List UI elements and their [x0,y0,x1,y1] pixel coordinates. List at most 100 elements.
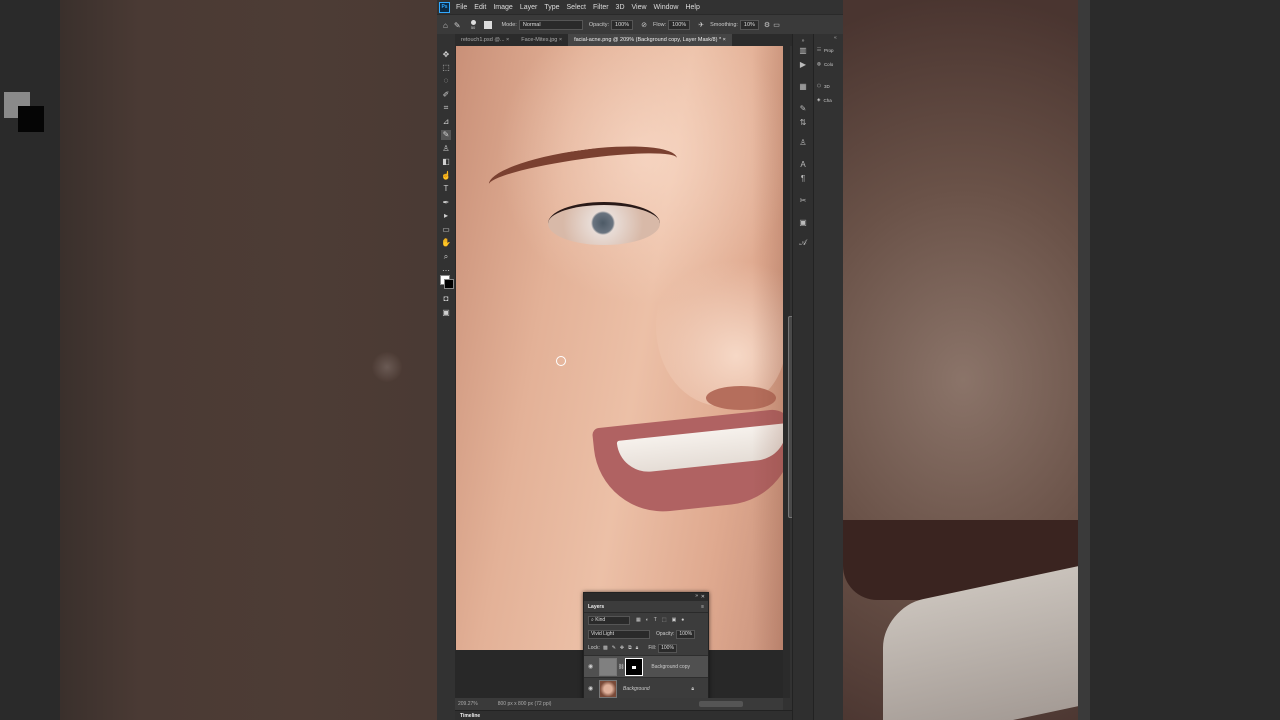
layer-thumbnail[interactable] [599,657,617,676]
rectangle-tool-icon[interactable]: ▭ [441,225,451,235]
lock-all-icon[interactable]: 🔒︎ [636,645,639,651]
horizontal-scrollbar-thumb[interactable] [699,701,743,707]
symmetry-icon[interactable]: ▭ [773,21,780,29]
marquee-tool-icon[interactable]: ⬚ [441,63,451,73]
menu-file[interactable]: File [456,4,467,11]
panel-properties[interactable]: ☷ Prop [817,47,834,53]
brush-preset-picker[interactable]: 50 [470,20,476,30]
airbrush-icon[interactable]: ✈ [698,21,704,29]
menu-window[interactable]: Window [654,4,679,11]
panel-3d[interactable]: ⬡ 3D [817,83,830,89]
move-tool-icon[interactable]: ✥ [441,50,451,60]
mode-select[interactable]: Normal [518,20,583,30]
panel-color[interactable]: ◍ Colo [817,61,833,67]
eyedropper-tool-icon[interactable]: ⊿ [441,117,451,127]
menu-filter[interactable]: Filter [593,4,609,11]
menu-edit[interactable]: Edit [474,4,486,11]
layer-name[interactable]: Background [623,686,650,692]
layer-thumbnail[interactable] [599,679,617,698]
brush-tool-icon-active[interactable]: ✎ [441,130,451,140]
filter-pixel-icon[interactable]: ▦ [636,617,641,623]
menu-select[interactable]: Select [567,4,586,11]
close-icon[interactable]: ✕ [701,594,705,600]
tab-retouch1[interactable]: retouch1.psd @... × [455,34,515,46]
background-color-swatch[interactable] [444,279,454,289]
lock-artboard-icon[interactable]: ⧉ [628,645,632,651]
home-icon[interactable]: ⌂ [443,21,448,30]
visibility-eye-icon[interactable]: ◉ [588,663,595,670]
menu-image[interactable]: Image [493,4,512,11]
layer-row-background[interactable]: ◉ Background 🔒︎ [584,677,708,699]
swatches-icon[interactable]: ▦ [798,82,808,92]
layers-panel-titlebar[interactable]: » ✕ [584,593,708,601]
layer-lock-icon[interactable]: 🔒︎ [691,686,694,692]
menu-layer[interactable]: Layer [520,4,538,11]
path-select-tool-icon[interactable]: ▸ [441,211,451,221]
type-tool-icon[interactable]: T [441,184,451,194]
filter-smart-object-icon[interactable]: ▣ [672,617,677,623]
smoothing-input[interactable]: 10% [739,20,759,30]
brush-tool-icon[interactable]: ✎ [454,21,461,30]
collapse-panel-icon[interactable]: « [834,35,837,41]
flow-input[interactable]: 100% [668,20,691,30]
lock-pixels-icon[interactable]: ✎ [612,645,616,651]
link-chain-icon[interactable]: ⛓ [618,664,624,670]
filter-toggle-icon[interactable]: ● [681,617,684,623]
hand-tool-icon[interactable]: ✋ [441,238,451,248]
filter-adjustment-icon[interactable]: ◐ [646,617,649,623]
libraries-icon[interactable]: ▣ [798,218,808,228]
timeline-panel[interactable]: Timeline [455,710,792,720]
glyphs-icon[interactable]: 𝒜 [798,238,808,248]
actions-icon[interactable]: ▶ [798,60,808,70]
opacity-input[interactable]: 100% [611,20,634,30]
filter-kind-select[interactable]: ⌕ Kind [588,615,630,625]
eraser-tool-icon[interactable]: ◧ [441,157,451,167]
menu-3d[interactable]: 3D [616,4,625,11]
lasso-tool-icon[interactable]: ◌ [441,76,451,86]
zoom-level[interactable]: 209.27% [458,701,478,707]
clone-stamp-tool-icon[interactable]: ♙ [441,144,451,154]
lock-transparent-icon[interactable]: ▩ [603,645,608,651]
fill-input[interactable]: 100% [658,643,677,653]
panel-channels[interactable]: ◈ Cha [817,97,832,103]
canvas-area[interactable]: » ✕ Layers ≡ ⌕ Kind ▦ ◐ T ⬚ ▣ ● Vivid Li… [455,46,783,720]
adjustments-dock-icon[interactable]: ⇅ [798,118,808,128]
quick-mask-icon[interactable]: ◘ [441,294,451,304]
layer-row-background-copy[interactable]: ◉ ⛓ Background copy [584,655,708,677]
zoom-tool-icon[interactable]: ⌕ [441,252,451,262]
vertical-scrollbar[interactable] [783,46,795,698]
document-info[interactable]: 800 px x 800 px (72 ppi) [498,701,552,707]
pen-tool-icon[interactable]: ✒ [441,198,451,208]
crop-tool-icon[interactable]: ⌗ [441,103,451,113]
layer-opacity-input[interactable]: 100% [676,629,696,639]
menu-view[interactable]: View [632,4,647,11]
smudge-tool-icon[interactable]: ☝ [441,171,451,181]
paragraph-icon[interactable]: ¶ [798,174,808,184]
pressure-opacity-icon[interactable]: ⊘ [641,21,647,29]
tab-face-mites[interactable]: Face-Mites.jpg × [515,34,568,46]
layers-panel-title[interactable]: Layers [588,604,604,610]
collapse-dock-icon[interactable]: » [798,36,808,46]
blend-mode-select[interactable]: Vivid Light [588,629,650,639]
brush-settings-icon[interactable] [483,21,492,29]
collapse-icon[interactable]: » [695,593,698,599]
lock-position-icon[interactable]: ✥ [620,645,624,651]
layer-name[interactable]: Background copy [651,664,690,670]
brush-settings-dock-icon[interactable]: ✎ [798,104,808,114]
tab-facial-acne[interactable]: facial-acne.png @ 209% (Background copy,… [568,34,732,46]
document-canvas-photo[interactable] [456,46,783,650]
clone-source-icon[interactable]: ♙ [798,138,808,148]
character-icon[interactable]: A [798,160,808,170]
visibility-eye-icon[interactable]: ◉ [588,685,595,692]
smoothing-options-icon[interactable]: ⚙ [764,21,770,29]
panel-menu-icon[interactable]: ≡ [701,604,704,610]
tool-presets-icon[interactable]: ✂ [798,196,808,206]
menu-type[interactable]: Type [544,4,559,11]
screen-mode-icon[interactable]: ▣ [441,308,451,318]
filter-type-icon[interactable]: T [654,617,657,623]
layer-mask-thumbnail[interactable] [625,657,644,676]
quick-select-tool-icon[interactable]: ✐ [441,90,451,100]
menu-help[interactable]: Help [685,4,699,11]
history-icon[interactable]: ▥ [798,46,808,56]
filter-shape-icon[interactable]: ⬚ [662,617,667,623]
